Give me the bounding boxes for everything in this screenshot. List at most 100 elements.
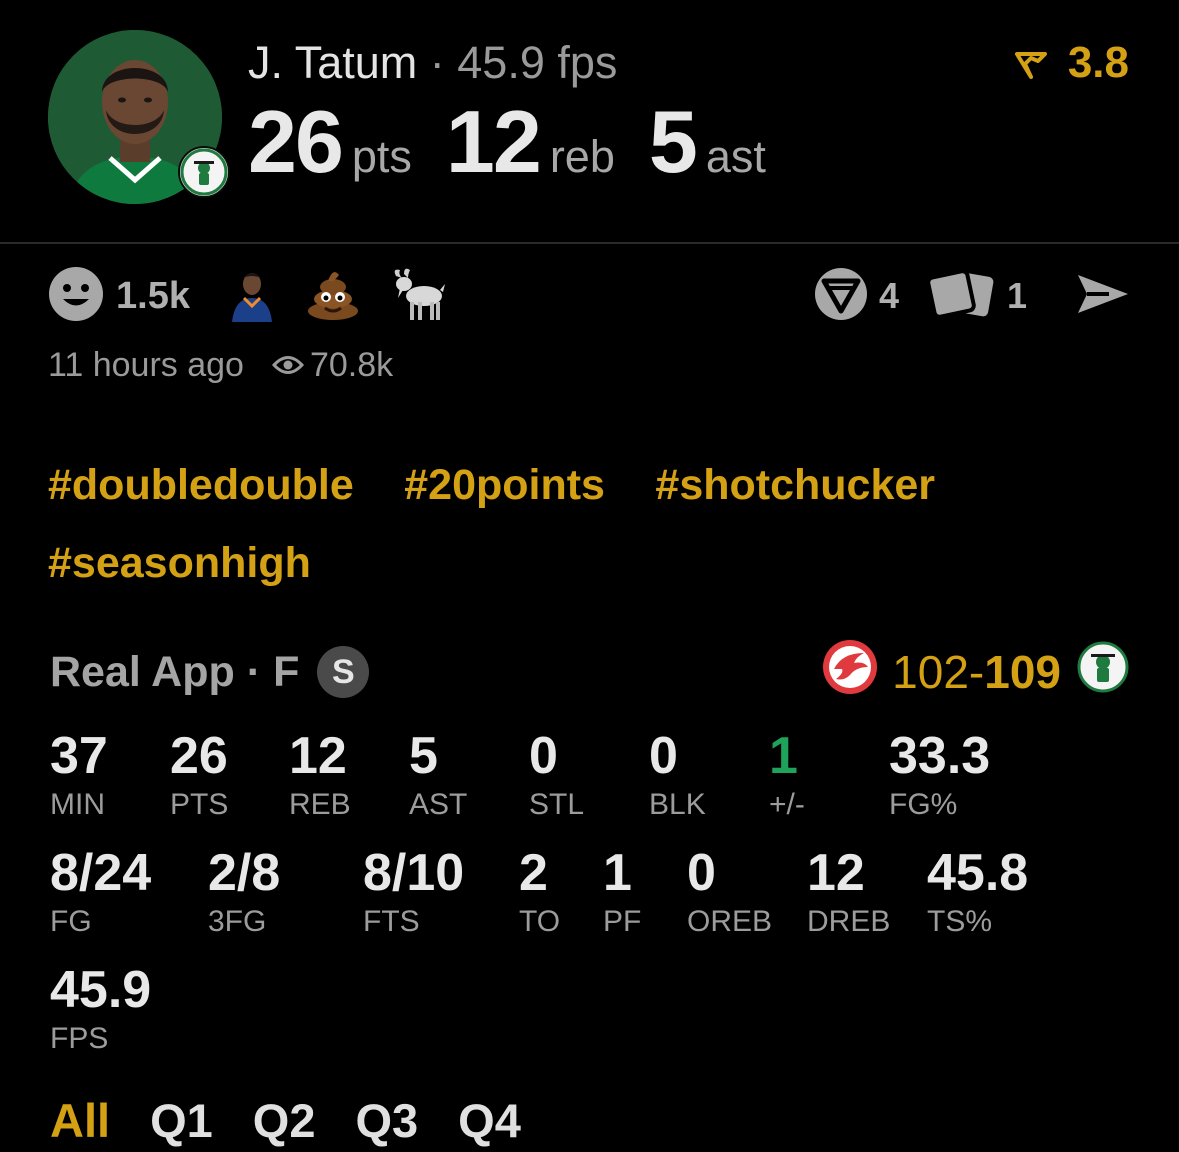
stat-label: STL: [529, 788, 585, 821]
stat-label: 3FG: [208, 905, 267, 938]
stat-label: AST: [409, 788, 468, 821]
stat-fg-pct: 33.3 FG%: [889, 728, 990, 824]
poop-emoji-icon[interactable]: [306, 267, 360, 326]
views-count: 70.8k: [309, 345, 394, 384]
game-source: Real App · F S: [50, 642, 370, 702]
headline-stats: 26 pts 12 reb 5 ast: [248, 92, 800, 218]
starter-badge: S: [317, 646, 370, 698]
stat-label: BLK: [649, 788, 706, 821]
player-title: J. Tatum · 45.9 fps: [248, 38, 617, 88]
rating[interactable]: 3.8: [1014, 38, 1129, 88]
player-name[interactable]: J. Tatum: [248, 37, 417, 88]
stat-value: 45.9: [50, 961, 152, 1019]
stat-value: 1: [603, 844, 632, 902]
headline-points-value: 26: [248, 92, 344, 191]
hashtag[interactable]: #doubledouble: [48, 446, 354, 524]
post-time: 11 hours ago: [48, 345, 244, 384]
stat-value: 33.3: [889, 727, 991, 785]
stat-label: DREB: [807, 905, 891, 938]
stat-label: TO: [519, 905, 561, 938]
stat-value: 0: [649, 727, 678, 785]
hashtag[interactable]: #seasonhigh: [48, 524, 311, 602]
stat-label: MIN: [50, 788, 105, 821]
celtics-logo-icon: [178, 146, 230, 198]
home-score: 109: [984, 646, 1061, 698]
smiley-icon[interactable]: [48, 266, 104, 327]
stat-label: REB: [289, 788, 351, 821]
stat-fps: 45.9 FPS: [50, 962, 151, 1058]
stat-reb: 12 REB: [289, 728, 351, 824]
share-send-icon[interactable]: [1075, 271, 1131, 322]
goat-emoji-icon[interactable]: [390, 266, 446, 327]
player-fps: 45.9 fps: [457, 37, 618, 88]
stat-value: 12: [807, 844, 865, 902]
stat-blk: 0 BLK: [649, 728, 706, 824]
post-meta: 11 hours ago 70.8k: [48, 343, 393, 387]
eye-icon: [271, 346, 310, 385]
tab-q1[interactable]: Q1: [150, 1093, 213, 1148]
player-emoji-icon[interactable]: [228, 266, 276, 327]
stat-fts: 8/10 FTS: [363, 845, 464, 941]
stat-value: 26: [170, 727, 228, 785]
stat-stl: 0 STL: [529, 728, 584, 824]
stat-label: OREB: [687, 905, 773, 938]
headline-points-unit: pts: [351, 131, 412, 182]
tab-q3[interactable]: Q3: [355, 1093, 418, 1148]
stat-value: 2: [519, 844, 548, 902]
quarter-tabs: All Q1 Q2 Q3 Q4: [50, 1092, 561, 1148]
score-dash: -: [968, 646, 985, 698]
stat-dreb: 12 DREB: [807, 845, 890, 941]
cards-icon[interactable]: [926, 268, 997, 325]
stat-pts: 26 PTS: [170, 728, 228, 824]
stat-label: +/-: [769, 788, 805, 821]
tab-q4[interactable]: Q4: [458, 1093, 521, 1148]
headline-assists-unit: ast: [705, 131, 766, 182]
stat-label: TS%: [927, 905, 993, 938]
stat-label: FPS: [50, 1022, 109, 1055]
stat-fg: 8/24 FG: [50, 845, 151, 941]
stat-to: 2 TO: [519, 845, 560, 941]
hashtag[interactable]: #20points: [404, 446, 605, 524]
stat-min: 37 MIN: [50, 728, 108, 824]
stat-value: 5: [409, 727, 438, 785]
away-score: 102: [892, 646, 969, 698]
stat-value: 8/24: [50, 844, 152, 902]
headline-rebounds-unit: reb: [549, 131, 615, 182]
stat-3fg: 2/8 3FG: [208, 845, 280, 941]
stat-label: FG%: [889, 788, 958, 821]
stat-label: PTS: [170, 788, 229, 821]
headline-rebounds-value: 12: [445, 92, 542, 191]
source-name: Real App: [50, 647, 235, 696]
stat-value: 37: [50, 727, 108, 785]
tab-all[interactable]: All: [50, 1093, 110, 1148]
headline-assists-value: 5: [648, 92, 698, 191]
comment-logo-icon[interactable]: [813, 266, 869, 327]
stat-value: 0: [687, 844, 716, 902]
game-score[interactable]: 102-109: [822, 639, 1129, 704]
stat-value: 8/10: [363, 844, 465, 902]
celtics-logo-icon: [1077, 641, 1129, 704]
post-actions: 4 1: [813, 266, 1131, 327]
stat-value: 1: [769, 727, 798, 785]
stat-ts-pct: 45.8 TS%: [927, 845, 1028, 941]
reaction-count: 1.5k: [116, 274, 190, 317]
stat-label: PF: [603, 905, 642, 938]
title-separator: ·: [429, 37, 445, 88]
stat-value: 45.8: [927, 844, 1029, 902]
hashtag[interactable]: #shotchucker: [655, 446, 935, 524]
hawks-logo-icon: [822, 639, 878, 706]
stat-value: 0: [529, 727, 558, 785]
tab-q2[interactable]: Q2: [253, 1093, 316, 1148]
cards-count: 1: [1006, 275, 1027, 316]
stat-label: FTS: [363, 905, 420, 938]
stat-pf: 1 PF: [603, 845, 641, 941]
hashtags: #doubledouble #20points #shotchucker #se…: [48, 446, 1138, 602]
player-position: F: [273, 647, 300, 696]
stat-value: 12: [289, 727, 347, 785]
comments-count: 4: [878, 275, 899, 316]
rating-arrow-icon: [1014, 38, 1068, 87]
stat-value: 2/8: [208, 844, 281, 902]
stat-plus-minus: 1 +/-: [769, 728, 805, 824]
rating-value: 3.8: [1067, 38, 1129, 87]
stat-label: FG: [50, 905, 92, 938]
